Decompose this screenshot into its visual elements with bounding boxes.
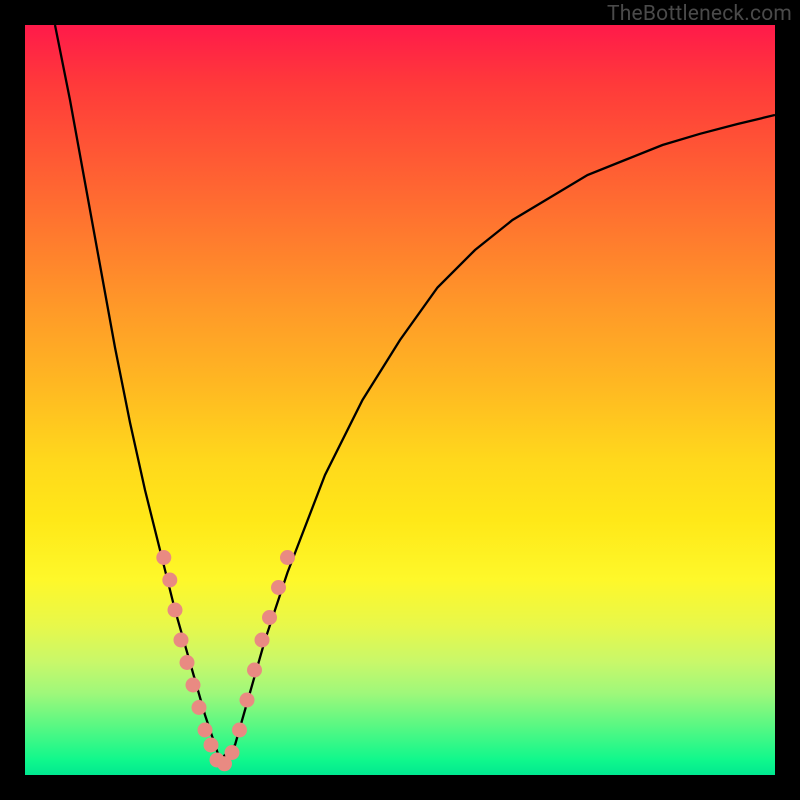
- watermark-text: TheBottleneck.com: [607, 2, 792, 26]
- curve-markers: [156, 550, 295, 771]
- curve-marker-dot: [271, 580, 286, 595]
- curve-marker-dot: [174, 633, 189, 648]
- curve-marker-dot: [262, 610, 277, 625]
- bottleneck-curve-svg: [25, 25, 775, 775]
- curve-marker-dot: [280, 550, 295, 565]
- curve-marker-dot: [204, 738, 219, 753]
- curve-marker-dot: [232, 723, 247, 738]
- curve-marker-dot: [225, 745, 240, 760]
- curve-marker-dot: [162, 573, 177, 588]
- curve-marker-dot: [168, 603, 183, 618]
- curve-marker-dot: [255, 633, 270, 648]
- curve-marker-dot: [198, 723, 213, 738]
- curve-marker-dot: [247, 663, 262, 678]
- curve-marker-dot: [180, 655, 195, 670]
- curve-marker-dot: [240, 693, 255, 708]
- curve-marker-dot: [156, 550, 171, 565]
- curve-marker-dot: [186, 678, 201, 693]
- bottleneck-curve-line: [55, 25, 775, 760]
- curve-marker-dot: [192, 700, 207, 715]
- chart-plot-area: [25, 25, 775, 775]
